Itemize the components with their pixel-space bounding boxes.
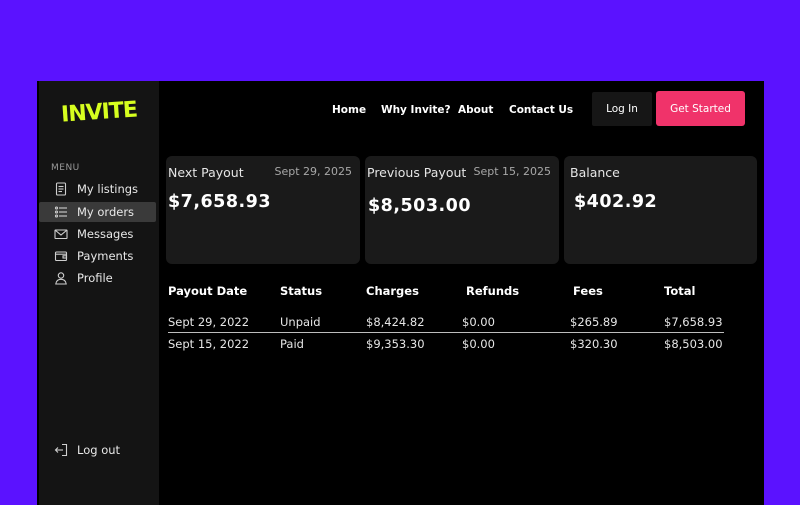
column-header-fees: Fees	[573, 284, 603, 298]
row-divider	[168, 332, 724, 333]
table-cell: Sept 29, 2022	[168, 315, 250, 329]
card-amount: $8,503.00	[368, 196, 472, 216]
sidebar-item-my-orders[interactable]: My orders	[39, 202, 156, 222]
sidebar-item-label: Payments	[77, 249, 134, 263]
card-title: Balance	[570, 165, 620, 180]
column-header-status: Status	[280, 284, 323, 298]
table-cell: Sept 15, 2022	[168, 337, 250, 351]
card-date: Sept 29, 2025	[274, 165, 352, 178]
table-cell: $9,353.30	[366, 337, 425, 351]
table-cell: $320.30	[570, 337, 618, 351]
table-cell: $8,424.82	[366, 315, 425, 329]
sidebar-item-label: Profile	[77, 271, 113, 285]
app-window: INVITE MENU My listings My orders Messag…	[37, 81, 764, 505]
svg-text:INVITE: INVITE	[60, 97, 137, 127]
card-amount: $7,658.93	[168, 192, 272, 212]
document-icon	[53, 181, 69, 197]
table-cell: $7,658.93	[664, 315, 723, 329]
logout-label: Log out	[77, 443, 121, 457]
menu-label: MENU	[51, 163, 80, 173]
table-cell: $0.00	[462, 337, 495, 351]
wallet-icon	[53, 248, 69, 264]
column-header-refunds: Refunds	[466, 284, 520, 298]
card-title: Previous Payout	[367, 165, 467, 180]
sidebar-item-my-listings[interactable]: My listings	[39, 179, 156, 199]
mail-icon	[53, 226, 69, 242]
card-amount: $402.92	[574, 192, 658, 212]
table-cell: Paid	[280, 337, 304, 351]
sidebar-item-profile[interactable]: Profile	[39, 268, 156, 288]
table-cell: $0.00	[462, 315, 495, 329]
nav-link-home[interactable]: Home	[332, 103, 366, 117]
sidebar-item-label: My orders	[77, 205, 135, 219]
user-icon	[53, 270, 69, 286]
sidebar: INVITE MENU My listings My orders Messag…	[39, 81, 159, 505]
invite-logo[interactable]: INVITE	[59, 91, 139, 131]
table-cell: $8,503.00	[664, 337, 723, 351]
sidebar-item-label: Messages	[77, 227, 134, 241]
sidebar-item-label: My listings	[77, 182, 139, 196]
nav-link-contact[interactable]: Contact Us	[509, 103, 573, 117]
sidebar-item-messages[interactable]: Messages	[39, 224, 156, 244]
table-cell: $265.89	[570, 315, 618, 329]
logout-icon	[53, 442, 69, 458]
next-payout-card: Next Payout Sept 29, 2025 $7,658.93	[166, 156, 360, 264]
login-button[interactable]: Log In	[592, 92, 652, 126]
card-date: Sept 15, 2025	[473, 165, 551, 178]
card-title: Next Payout	[168, 165, 244, 180]
balance-card: Balance $402.92	[564, 156, 757, 264]
column-header-total: Total	[664, 284, 696, 298]
get-started-button[interactable]: Get Started	[656, 91, 745, 126]
nav-link-why-invite[interactable]: Why Invite?	[381, 103, 451, 117]
column-header-charges: Charges	[366, 284, 419, 298]
sidebar-item-payments[interactable]: Payments	[39, 246, 156, 266]
nav-link-about[interactable]: About	[458, 103, 493, 117]
column-header-payout-date: Payout Date	[168, 284, 248, 298]
table-cell: Unpaid	[280, 315, 321, 329]
logout-button[interactable]: Log out	[39, 440, 156, 460]
list-icon	[53, 204, 69, 220]
previous-payout-card: Previous Payout Sept 15, 2025 $8,503.00	[365, 156, 559, 264]
